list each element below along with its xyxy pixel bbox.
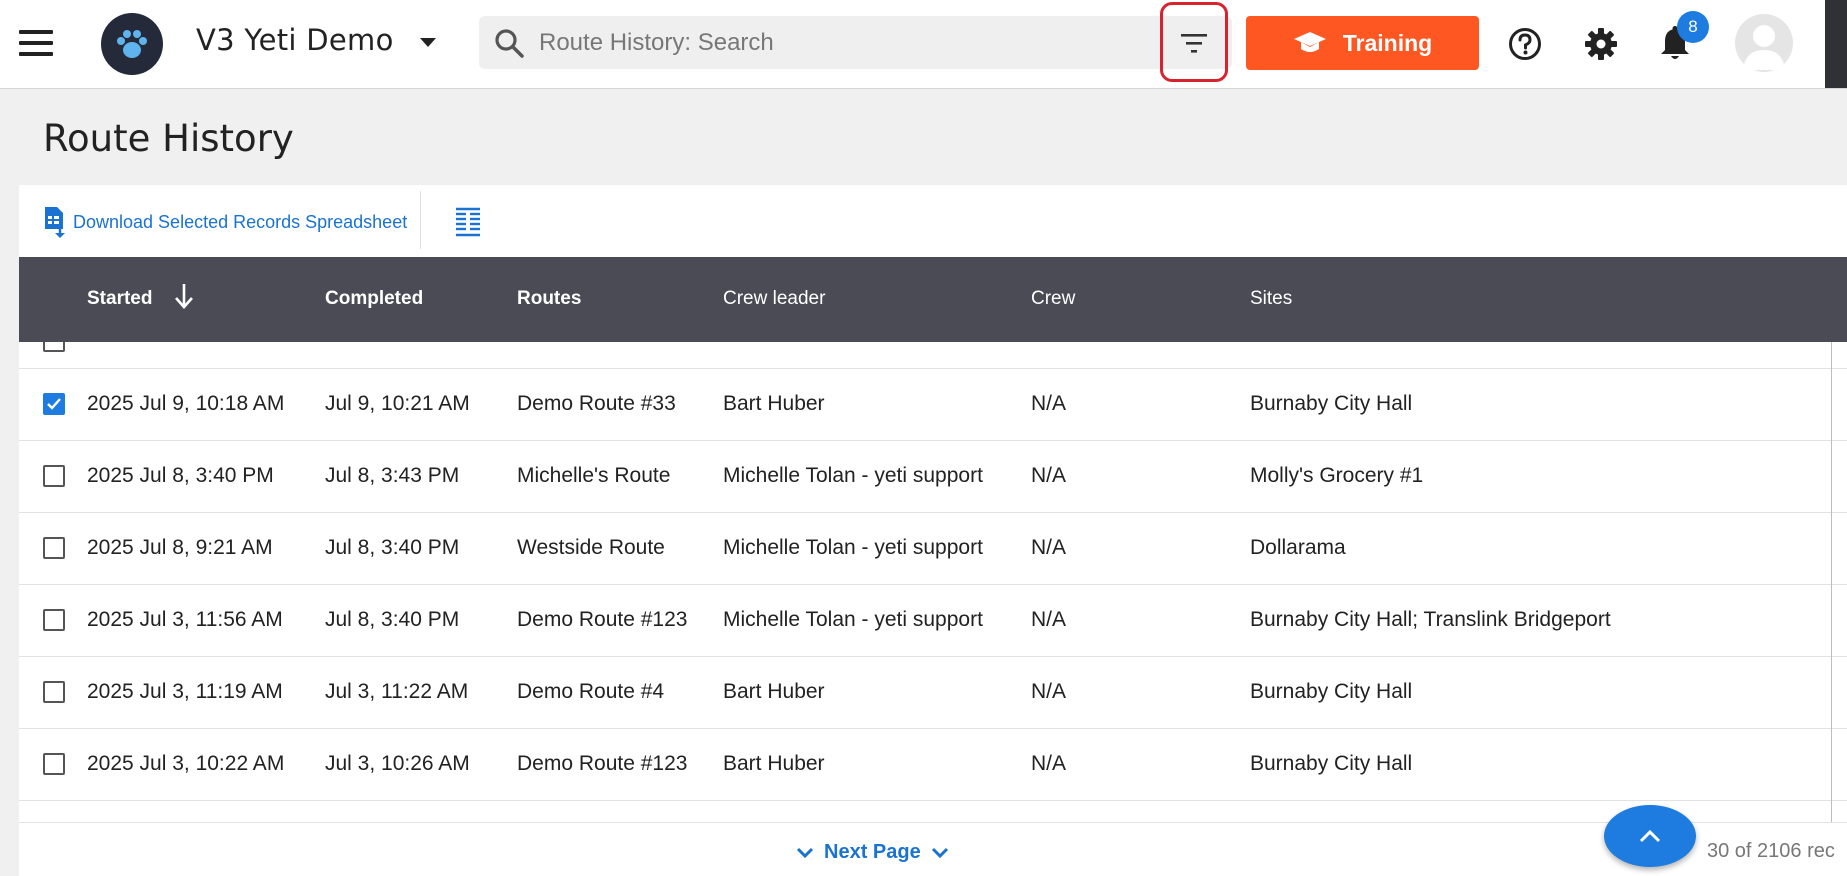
gear-icon[interactable] <box>1584 27 1618 61</box>
top-bar: V3 Yeti Demo Training <box>0 0 1847 89</box>
cell-crew-leader: Bart Huber <box>723 752 825 775</box>
chevron-down-icon <box>796 847 814 858</box>
cell-crew-leader: Michelle Tolan - yeti support <box>723 464 983 487</box>
cell-crew: N/A <box>1031 752 1067 775</box>
row-checkbox[interactable] <box>43 753 65 775</box>
cell-started: 2025 Jul 3, 11:19 AM <box>87 680 283 703</box>
column-header-crew[interactable]: Crew <box>1031 288 1075 310</box>
org-name[interactable]: V3 Yeti Demo <box>196 23 394 57</box>
download-label: Download Selected Records Spreadsheet <box>73 211 408 232</box>
table-header: Started Completed Routes Crew leader Cre… <box>19 257 1847 342</box>
row-checkbox[interactable] <box>43 342 65 352</box>
download-spreadsheet-link[interactable]: Download Selected Records Spreadsheet <box>43 205 407 239</box>
column-header-crew-leader[interactable]: Crew leader <box>723 288 825 310</box>
filter-icon <box>1181 34 1207 53</box>
next-page-label: Next Page <box>824 841 921 863</box>
cell-route: Michelle's Route <box>517 464 671 487</box>
table-footer: Next Page <box>19 822 1847 876</box>
cell-crew-leader: Michelle Tolan - yeti support <box>723 608 983 631</box>
row-checkbox[interactable] <box>43 681 65 703</box>
table-row[interactable]: 2025 Jul 8, 3:40 PM Jul 8, 3:43 PM Miche… <box>19 440 1847 513</box>
cell-sites: Burnaby City Hall <box>1250 680 1413 703</box>
scroll-track[interactable] <box>1831 342 1832 822</box>
cell-completed: Jul 8, 3:40 PM <box>325 536 460 559</box>
record-count: 30 of 2106 rec <box>1707 840 1835 862</box>
column-header-sites[interactable]: Sites <box>1250 288 1292 310</box>
table-row[interactable]: 2025 Jul 9, 10:18 AM Jul 9, 10:21 AM Dem… <box>19 368 1847 441</box>
paw-logo[interactable] <box>101 13 163 75</box>
filter-button[interactable] <box>1160 2 1228 82</box>
avatar[interactable] <box>1735 14 1793 72</box>
cell-crew: N/A <box>1031 464 1067 487</box>
search-icon <box>495 29 524 58</box>
table-body: 2025 Jul 9, 10:18 AM Jul 9, 10:21 AM Dem… <box>19 342 1847 822</box>
paw-icon <box>117 30 147 58</box>
column-settings-icon[interactable] <box>455 207 481 237</box>
spreadsheet-download-icon <box>45 207 65 238</box>
cell-sites: Burnaby City Hall <box>1250 752 1413 775</box>
cell-started: 2025 Jul 8, 3:40 PM <box>87 464 274 487</box>
cell-started: 2025 Jul 9, 10:18 AM <box>87 392 285 415</box>
table-row[interactable]: 2025 Jul 3, 10:22 AM Jul 3, 10:26 AM Dem… <box>19 728 1847 801</box>
chevron-up-icon <box>1639 829 1661 843</box>
row-checkbox[interactable] <box>43 609 65 631</box>
search-bar <box>479 16 1232 69</box>
cell-sites: Dollarama <box>1250 536 1346 559</box>
table-row-partial <box>19 342 1847 369</box>
column-header-completed[interactable]: Completed <box>325 288 423 310</box>
chevron-down-icon <box>931 847 948 858</box>
table-row[interactable]: 2025 Jul 3, 11:19 AM Jul 3, 11:22 AM Dem… <box>19 656 1847 729</box>
chevron-down-icon[interactable] <box>420 38 436 47</box>
window-edge <box>1825 0 1847 88</box>
cell-sites: Burnaby City Hall <box>1250 392 1413 415</box>
route-history-card: Download Selected Records Spreadsheet St… <box>19 185 1847 876</box>
cell-route: Westside Route <box>517 536 665 559</box>
cell-completed: Jul 9, 10:21 AM <box>325 392 470 415</box>
toolbar-divider <box>420 191 421 249</box>
scroll-to-top-button[interactable] <box>1604 805 1696 867</box>
arrow-down-icon[interactable] <box>174 283 194 309</box>
cell-completed: Jul 3, 10:26 AM <box>325 752 470 775</box>
cell-route: Demo Route #123 <box>517 752 688 775</box>
cell-route: Demo Route #4 <box>517 680 665 703</box>
table-toolbar: Download Selected Records Spreadsheet <box>19 185 1847 257</box>
column-header-routes[interactable]: Routes <box>517 288 581 310</box>
cell-crew: N/A <box>1031 536 1067 559</box>
column-header-started[interactable]: Started <box>87 288 152 310</box>
page-title: Route History <box>43 117 294 160</box>
table-row[interactable]: 2025 Jul 8, 9:21 AM Jul 8, 3:40 PM Wests… <box>19 512 1847 585</box>
cell-completed: Jul 8, 3:40 PM <box>325 608 460 631</box>
cell-crew: N/A <box>1031 608 1067 631</box>
cell-started: 2025 Jul 3, 10:22 AM <box>87 752 285 775</box>
table-row[interactable]: 2025 Jul 3, 11:56 AM Jul 8, 3:40 PM Demo… <box>19 584 1847 657</box>
row-checkbox[interactable] <box>43 393 65 415</box>
cell-completed: Jul 8, 3:43 PM <box>325 464 460 487</box>
checkmark-icon <box>47 398 61 410</box>
help-icon[interactable] <box>1508 27 1542 61</box>
cell-crew-leader: Michelle Tolan - yeti support <box>723 536 983 559</box>
menu-icon[interactable] <box>19 30 53 56</box>
search-input[interactable] <box>537 22 1101 64</box>
cell-crew: N/A <box>1031 680 1067 703</box>
next-page-button[interactable]: Next Page <box>796 841 949 864</box>
graduation-cap-icon <box>1293 32 1326 52</box>
cell-crew-leader: Bart Huber <box>723 392 825 415</box>
avatar-icon <box>1743 25 1785 70</box>
row-checkbox[interactable] <box>43 465 65 487</box>
cell-crew: N/A <box>1031 392 1067 415</box>
training-button[interactable]: Training <box>1246 16 1479 70</box>
cell-sites: Burnaby City Hall; Translink Bridgeport <box>1250 608 1611 631</box>
notification-badge: 8 <box>1677 11 1709 43</box>
cell-started: 2025 Jul 3, 11:56 AM <box>87 608 283 631</box>
cell-started: 2025 Jul 8, 9:21 AM <box>87 536 273 559</box>
cell-crew-leader: Bart Huber <box>723 680 825 703</box>
cell-route: Demo Route #33 <box>517 392 676 415</box>
cell-completed: Jul 3, 11:22 AM <box>325 680 469 703</box>
cell-sites: Molly's Grocery #1 <box>1250 464 1424 487</box>
training-label: Training <box>1342 29 1433 56</box>
cell-route: Demo Route #123 <box>517 608 688 631</box>
row-checkbox[interactable] <box>43 537 65 559</box>
